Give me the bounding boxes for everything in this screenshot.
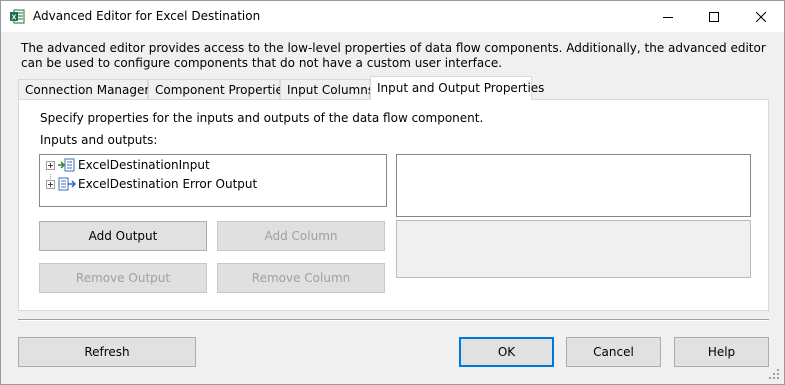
remove-column-button[interactable]: Remove Column — [217, 263, 385, 293]
intro-text: The advanced editor provides access to t… — [21, 41, 766, 70]
excel-icon: X — [10, 9, 25, 24]
tree-item-error-output[interactable]: ExcelDestination Error Output — [46, 175, 257, 193]
tab-input-columns[interactable]: Input Columns — [280, 79, 374, 100]
add-output-button[interactable]: Add Output — [39, 221, 207, 251]
maximize-button[interactable] — [691, 1, 737, 32]
tree-label: Inputs and outputs: — [40, 133, 158, 147]
expand-icon[interactable] — [46, 160, 55, 170]
tree-item-label: ExcelDestinationInput — [78, 158, 210, 172]
maximize-icon — [709, 11, 719, 22]
error-output-icon — [58, 177, 76, 191]
tree-item-input[interactable]: ExcelDestinationInput — [46, 156, 210, 174]
refresh-button[interactable]: Refresh — [18, 337, 196, 367]
svg-text:X: X — [12, 15, 17, 22]
resize-grip-icon[interactable] — [768, 368, 780, 380]
advanced-editor-dialog: X Advanced Editor for Excel Destination … — [0, 0, 785, 385]
minimize-button[interactable] — [645, 1, 691, 32]
close-button[interactable] — [738, 1, 784, 32]
remove-output-button[interactable]: Remove Output — [39, 263, 207, 293]
tree-item-label: ExcelDestination Error Output — [78, 177, 258, 191]
tab-connection-managers[interactable]: Connection Managers — [18, 79, 156, 100]
close-icon — [756, 11, 766, 22]
property-description — [396, 220, 751, 278]
window-title: Advanced Editor for Excel Destination — [33, 9, 261, 23]
cancel-button[interactable]: Cancel — [566, 337, 661, 367]
panel-instructions: Specify properties for the inputs and ou… — [40, 111, 484, 125]
footer-separator — [18, 319, 769, 321]
input-icon — [58, 158, 75, 172]
add-column-button[interactable]: Add Column — [217, 221, 385, 251]
tab-input-output-properties[interactable]: Input and Output Properties — [370, 76, 544, 100]
inputs-outputs-tree[interactable]: ExcelDestinationInput ExcelDestination E… — [39, 154, 387, 207]
title-bar[interactable]: X Advanced Editor for Excel Destination — [1, 1, 784, 32]
expand-icon[interactable] — [46, 179, 55, 189]
tab-component-properties[interactable]: Component Properties — [148, 79, 289, 100]
tab-panel: Specify properties for the inputs and ou… — [18, 99, 769, 311]
help-button[interactable]: Help — [674, 337, 769, 367]
ok-button[interactable]: OK — [459, 337, 554, 367]
minimize-icon — [663, 16, 673, 18]
properties-grid[interactable] — [396, 154, 751, 217]
